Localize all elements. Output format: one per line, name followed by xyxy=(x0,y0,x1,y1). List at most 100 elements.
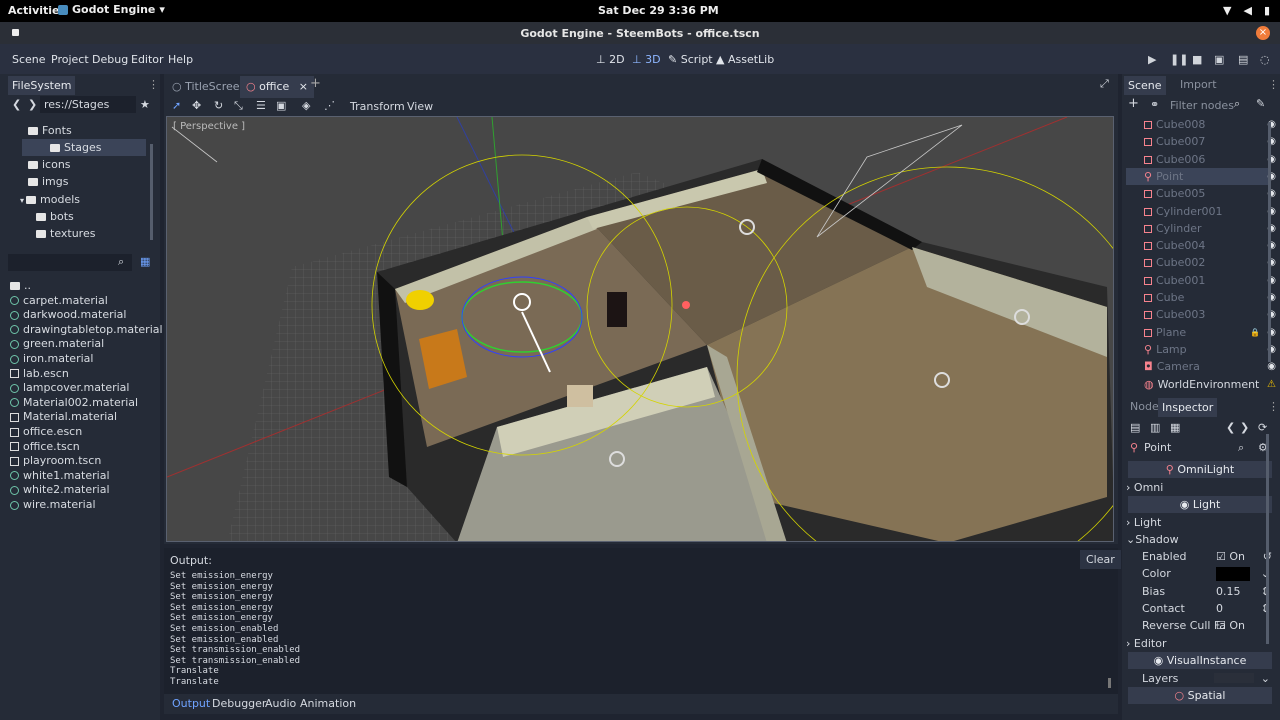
tab-filesystem[interactable]: FileSystem xyxy=(8,76,76,95)
tree-item-bots[interactable]: bots xyxy=(0,208,156,225)
scene-node[interactable]: Cube002 ◉ xyxy=(1126,254,1276,271)
list-tool-icon[interactable]: ☰ xyxy=(256,99,266,112)
scene-node[interactable]: ◍ WorldEnvironment ⚠ xyxy=(1126,376,1276,393)
tree-scrollbar[interactable] xyxy=(150,144,153,240)
scene-node[interactable]: Cylinder001 ◉ xyxy=(1126,203,1276,220)
scene-node[interactable]: Cube001 ◉ xyxy=(1126,272,1276,289)
file-item[interactable]: wire.material xyxy=(0,496,156,513)
enabled-checkbox[interactable]: ☑ On xyxy=(1216,548,1245,565)
scene-node[interactable]: Cube006 ◉ xyxy=(1126,151,1276,168)
scale-tool-icon[interactable]: ⤡ xyxy=(234,99,243,113)
scene-node[interactable]: Cube008 ◉ xyxy=(1126,116,1276,133)
scene-node[interactable]: Plane ◉ 🔒 xyxy=(1126,324,1276,341)
link-icon[interactable]: ⚭ xyxy=(1150,98,1159,111)
layers-grid[interactable] xyxy=(1214,673,1254,683)
menu-project[interactable]: Project xyxy=(51,53,89,66)
path-field[interactable]: res://Stages xyxy=(40,96,136,113)
tree-item-icons[interactable]: icons xyxy=(0,156,156,173)
search-icon[interactable]: ⌕ xyxy=(1238,441,1244,455)
menu-scene[interactable]: Scene xyxy=(12,53,46,66)
lock-icon[interactable]: ▣ xyxy=(276,99,286,112)
close-tab-icon[interactable]: × xyxy=(299,80,308,93)
tree-item-models[interactable]: ▾ models xyxy=(0,191,156,208)
play-custom-scene-icon[interactable]: ▤ xyxy=(1238,53,1248,66)
reverse-cull-checkbox[interactable]: ☐ On xyxy=(1216,617,1245,634)
tree-item-textures[interactable]: textures xyxy=(0,225,156,242)
rotate-tool-icon[interactable]: ↻ xyxy=(214,99,223,112)
tab-node[interactable]: Node xyxy=(1130,400,1159,413)
group-light[interactable]: › Light xyxy=(1126,514,1272,531)
distraction-free-icon[interactable]: ⤢ xyxy=(1100,77,1109,91)
tree-item-fonts[interactable]: Fonts xyxy=(0,122,156,139)
menu-editor[interactable]: Editor xyxy=(131,53,164,66)
tab-debugger[interactable]: Debugger xyxy=(212,697,266,710)
scene-node[interactable]: Cube ◉ xyxy=(1126,289,1276,306)
system-tray[interactable]: ▼ ◀ ▮ xyxy=(1223,4,1270,17)
transform-menu[interactable]: Transform xyxy=(350,100,405,113)
scene-node[interactable]: Cube005 ◉ xyxy=(1126,185,1276,202)
mode-assetlib-button[interactable]: ▲ AssetLib xyxy=(716,53,774,66)
tab-animation[interactable]: Animation xyxy=(300,697,356,710)
history-icon[interactable]: ⟳ xyxy=(1258,421,1267,434)
save-icon[interactable]: ▦ xyxy=(1170,421,1180,434)
tab-inspector[interactable]: Inspector xyxy=(1158,398,1218,417)
scene-node[interactable]: ◘ Camera ◉ xyxy=(1126,358,1276,375)
group-editor[interactable]: › Editor xyxy=(1126,635,1272,652)
dock-menu-icon[interactable]: ⋮ xyxy=(1268,78,1279,91)
mode-2d-button[interactable]: ⊥ 2D xyxy=(596,53,625,66)
open-folder-icon[interactable]: ▥ xyxy=(1150,421,1160,434)
group-omni[interactable]: › Omni xyxy=(1126,479,1272,496)
lock-icon[interactable]: 🔒 xyxy=(1250,324,1260,341)
group-icon[interactable]: ◈ xyxy=(302,99,310,112)
scene-node[interactable]: ⚲ Point ◉ xyxy=(1126,167,1276,185)
output-scrollbar[interactable] xyxy=(1108,678,1111,688)
select-tool-icon[interactable]: ➚ xyxy=(172,99,181,112)
perspective-label[interactable]: [ Perspective ] xyxy=(173,121,245,132)
contact-spinbox[interactable]: 0 xyxy=(1216,600,1223,617)
menu-debug[interactable]: Debug xyxy=(92,53,128,66)
play-icon[interactable]: ▶ xyxy=(1148,53,1156,66)
dock-menu-icon[interactable]: ⋮ xyxy=(148,78,159,91)
script-icon[interactable]: ✎ xyxy=(1256,97,1265,110)
forward-icon[interactable]: ❯ xyxy=(28,98,37,111)
view-menu[interactable]: View xyxy=(407,100,433,113)
grid-view-icon[interactable]: ▦ xyxy=(140,255,150,268)
scene-node[interactable]: Cube003 ◉ xyxy=(1126,306,1276,323)
clock[interactable]: Sat Dec 29 3:36 PM xyxy=(598,4,719,17)
3d-viewport[interactable]: [ Perspective ] xyxy=(166,116,1114,542)
favorite-star-icon[interactable]: ★ xyxy=(140,98,150,111)
app-menu-button[interactable]: Godot Engine ▾ xyxy=(58,3,165,16)
tab-office[interactable]: ○ office × xyxy=(240,76,315,98)
tree-item-imgs[interactable]: imgs xyxy=(0,173,156,190)
back-icon[interactable]: ❮ xyxy=(12,98,21,111)
mode-script-button[interactable]: ✎ Script xyxy=(668,53,713,66)
new-resource-icon[interactable]: ▤ xyxy=(1130,421,1140,434)
play-scene-icon[interactable]: ▣ xyxy=(1214,53,1224,66)
scene-tree-scrollbar[interactable] xyxy=(1268,122,1271,362)
tab-scene[interactable]: Scene xyxy=(1124,76,1166,95)
history-forward-icon[interactable]: ❯ xyxy=(1240,421,1249,434)
history-back-icon[interactable]: ❮ xyxy=(1226,421,1235,434)
tab-import[interactable]: Import xyxy=(1180,78,1217,91)
tab-audio[interactable]: Audio xyxy=(265,697,296,710)
menu-help[interactable]: Help xyxy=(168,53,193,66)
tree-item-stages[interactable]: Stages xyxy=(22,139,146,156)
local-space-icon[interactable]: ⋰ xyxy=(324,99,335,112)
move-tool-icon[interactable]: ✥ xyxy=(192,99,201,112)
add-tab-icon[interactable]: + xyxy=(310,76,321,91)
pause-icon[interactable]: ❚❚ xyxy=(1170,53,1188,66)
tab-output[interactable]: Output xyxy=(172,697,210,710)
add-node-icon[interactable]: + xyxy=(1128,96,1139,111)
clear-button[interactable]: Clear xyxy=(1080,550,1121,569)
stop-icon[interactable]: ■ xyxy=(1192,53,1202,66)
inspector-scrollbar[interactable] xyxy=(1266,434,1269,644)
close-icon[interactable]: × xyxy=(1256,26,1270,40)
scene-node[interactable]: Cube004 ◉ xyxy=(1126,237,1276,254)
warning-icon[interactable]: ⚠ xyxy=(1267,376,1276,393)
mode-3d-button[interactable]: ⊥ 3D xyxy=(632,53,661,66)
file-filter-input[interactable] xyxy=(8,254,132,271)
color-swatch[interactable] xyxy=(1216,567,1250,581)
bias-spinbox[interactable]: 0.15 xyxy=(1216,583,1241,600)
dock-menu-icon[interactable]: ⋮ xyxy=(1268,400,1279,413)
scene-node[interactable]: Cube007 ◉ xyxy=(1126,133,1276,150)
